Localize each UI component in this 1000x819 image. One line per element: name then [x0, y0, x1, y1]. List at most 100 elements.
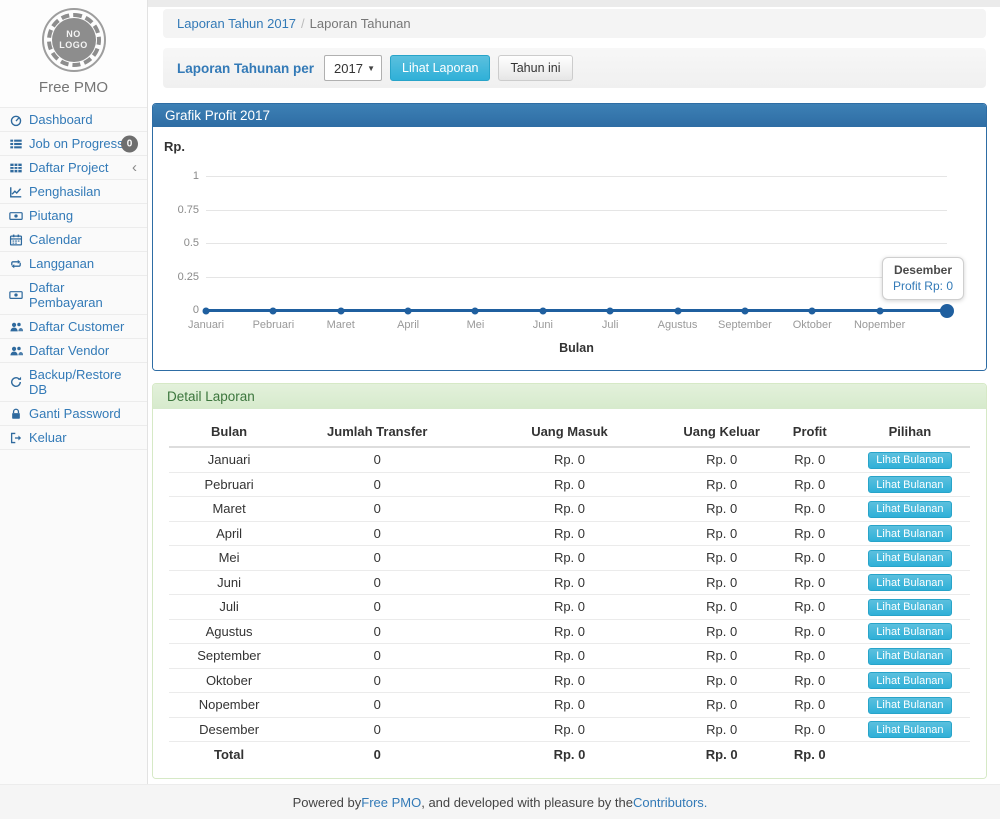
- lihat-bulanan-button[interactable]: Lihat Bulanan: [868, 623, 951, 640]
- sidebar-item-daftar-pembayaran[interactable]: Daftar Pembayaran: [0, 276, 147, 315]
- year-filter-bar: Laporan Tahunan per 2017 ▼ Lihat Laporan…: [163, 48, 986, 88]
- cell-uang-masuk: Rp. 0: [465, 717, 673, 742]
- chart-panel-title: Grafik Profit 2017: [153, 104, 986, 127]
- lihat-bulanan-button[interactable]: Lihat Bulanan: [868, 476, 951, 493]
- lihat-bulanan-button[interactable]: Lihat Bulanan: [868, 697, 951, 714]
- sidebar-item-backup-restore-db[interactable]: Backup/Restore DB: [0, 363, 147, 402]
- footer-text-middle: , and developed with pleasure by the: [421, 795, 633, 810]
- sidebar-item-label: Daftar Project: [29, 160, 108, 175]
- cell-uang-keluar: Rp. 0: [674, 570, 770, 595]
- footer-brand-link[interactable]: Free PMO: [361, 795, 421, 810]
- chart-point[interactable]: [405, 307, 412, 314]
- table-row: Nopember0Rp. 0Rp. 0Rp. 0Lihat Bulanan: [169, 693, 970, 718]
- top-band: [148, 0, 1000, 7]
- calendar-icon: [9, 233, 23, 247]
- x-tick-label: Oktober: [793, 319, 832, 331]
- chart-point[interactable]: [876, 307, 883, 314]
- cell-uang-keluar: Rp. 0: [674, 546, 770, 571]
- cell-bulan: Pebruari: [169, 472, 289, 497]
- chart-point[interactable]: [203, 307, 210, 314]
- sidebar-item-label: Langganan: [29, 256, 94, 271]
- filter-label: Laporan Tahunan per: [177, 61, 314, 76]
- cell-profit: Rp. 0: [770, 546, 850, 571]
- sidebar-item-keluar[interactable]: Keluar: [0, 426, 147, 450]
- cell-uang-masuk: Rp. 0: [465, 497, 673, 522]
- x-tick-label: Nopember: [854, 319, 905, 331]
- chart-point[interactable]: [472, 307, 479, 314]
- chart-point[interactable]: [337, 307, 344, 314]
- breadcrumb-separator: /: [296, 16, 310, 31]
- x-tick-label: Januari: [188, 319, 224, 331]
- lihat-bulanan-button[interactable]: Lihat Bulanan: [868, 721, 951, 738]
- lihat-bulanan-button[interactable]: Lihat Bulanan: [868, 599, 951, 616]
- sidebar-item-ganti-password[interactable]: Ganti Password: [0, 402, 147, 426]
- lihat-bulanan-button[interactable]: Lihat Bulanan: [868, 525, 951, 542]
- breadcrumb-link[interactable]: Laporan Tahun 2017: [177, 16, 296, 31]
- footer-contributors-link[interactable]: Contributors.: [633, 795, 707, 810]
- chart-point-active[interactable]: [940, 304, 954, 318]
- x-tick-label: Juni: [533, 319, 553, 331]
- lihat-bulanan-button[interactable]: Lihat Bulanan: [868, 574, 951, 591]
- cell-bulan: Agustus: [169, 619, 289, 644]
- sidebar-item-daftar-vendor[interactable]: Daftar Vendor: [0, 339, 147, 363]
- detail-panel-title: Detail Laporan: [153, 384, 986, 409]
- x-tick-label: Agustus: [658, 319, 698, 331]
- gridline: [206, 243, 947, 244]
- chart-point[interactable]: [809, 307, 816, 314]
- lihat-laporan-button[interactable]: Lihat Laporan: [390, 55, 490, 81]
- table-row: Agustus0Rp. 0Rp. 0Rp. 0Lihat Bulanan: [169, 619, 970, 644]
- sidebar-menu: DashboardJob on Progress0Daftar Project‹…: [0, 107, 147, 450]
- sidebar-item-label: Daftar Customer: [29, 319, 124, 334]
- logo-text-line1: NO: [66, 29, 81, 40]
- chart-point[interactable]: [607, 307, 614, 314]
- cell-profit: Rp. 0: [770, 717, 850, 742]
- cell-profit: Rp. 0: [770, 644, 850, 669]
- chart-line-icon: [9, 185, 23, 199]
- sidebar-item-dashboard[interactable]: Dashboard: [0, 108, 147, 132]
- sidebar-item-penghasilan[interactable]: Penghasilan: [0, 180, 147, 204]
- cell-pilihan: Lihat Bulanan: [850, 472, 970, 497]
- sidebar-item-calendar[interactable]: Calendar: [0, 228, 147, 252]
- count-badge: 0: [121, 135, 138, 152]
- y-tick-label: 0: [153, 304, 199, 316]
- tahun-ini-button[interactable]: Tahun ini: [498, 55, 572, 81]
- total-cell-pilihan: [850, 742, 970, 766]
- x-tick-label: Pebruari: [253, 319, 295, 331]
- sidebar-item-langganan[interactable]: Langganan: [0, 252, 147, 276]
- lihat-bulanan-button[interactable]: Lihat Bulanan: [868, 452, 951, 469]
- column-header-bulan: Bulan: [169, 419, 289, 447]
- sidebar-item-label: Backup/Restore DB: [29, 367, 139, 397]
- sidebar-item-piutang[interactable]: Piutang: [0, 204, 147, 228]
- cell-bulan: Maret: [169, 497, 289, 522]
- cell-pilihan: Lihat Bulanan: [850, 644, 970, 669]
- sidebar-item-job-on-progress[interactable]: Job on Progress0: [0, 132, 147, 156]
- table-header-row: BulanJumlah TransferUang MasukUang Kelua…: [169, 419, 970, 447]
- table-row: Januari0Rp. 0Rp. 0Rp. 0Lihat Bulanan: [169, 447, 970, 472]
- gridline: [206, 210, 947, 211]
- chart-point[interactable]: [270, 307, 277, 314]
- column-header-profit: Profit: [770, 419, 850, 447]
- breadcrumb-current: Laporan Tahunan: [310, 16, 411, 31]
- sidebar-item-daftar-customer[interactable]: Daftar Customer: [0, 315, 147, 339]
- cell-bulan: Oktober: [169, 668, 289, 693]
- cell-jumlah-transfer: 0: [289, 595, 465, 620]
- list-icon: [9, 137, 23, 151]
- lihat-bulanan-button[interactable]: Lihat Bulanan: [868, 501, 951, 518]
- lihat-bulanan-button[interactable]: Lihat Bulanan: [868, 672, 951, 689]
- table-row: Maret0Rp. 0Rp. 0Rp. 0Lihat Bulanan: [169, 497, 970, 522]
- cell-uang-masuk: Rp. 0: [465, 644, 673, 669]
- chart-point[interactable]: [539, 307, 546, 314]
- chart-point[interactable]: [674, 307, 681, 314]
- logo-area: NO LOGO Free PMO: [0, 0, 147, 107]
- x-tick-label: April: [397, 319, 419, 331]
- column-header-jumlah-transfer: Jumlah Transfer: [289, 419, 465, 447]
- chart-point[interactable]: [741, 307, 748, 314]
- no-logo-badge-icon: NO LOGO: [42, 8, 106, 72]
- lihat-bulanan-button[interactable]: Lihat Bulanan: [868, 550, 951, 567]
- page-footer: Powered by Free PMO , and developed with…: [0, 784, 1000, 819]
- sidebar-item-daftar-project[interactable]: Daftar Project‹: [0, 156, 147, 180]
- lihat-bulanan-button[interactable]: Lihat Bulanan: [868, 648, 951, 665]
- year-select[interactable]: 2017 ▼: [324, 55, 382, 81]
- sidebar-item-label: Piutang: [29, 208, 73, 223]
- y-tick-label: 0.25: [153, 271, 199, 283]
